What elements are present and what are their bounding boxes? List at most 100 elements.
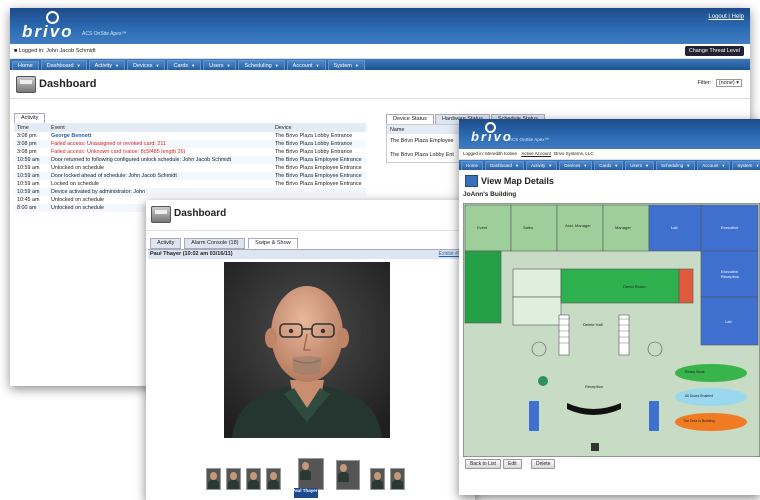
menu-item-label: Scheduling <box>244 63 272 69</box>
menu-item-dashboard[interactable]: Dashboard ▼ <box>40 60 87 70</box>
photo-caption: Paul Thayer (10:02 am 03/16/11) <box>150 251 233 257</box>
person-photo <box>224 262 390 438</box>
dropdown-caret-icon: ▼ <box>515 163 519 168</box>
cell-event: Unlocked on schedule <box>51 165 105 171</box>
table-row[interactable]: 10:59 am Door returned to following confi… <box>14 156 366 164</box>
cell-time: 10:59 am <box>17 165 40 171</box>
cell-time: 10:59 am <box>17 181 40 187</box>
swipe-thumbnail[interactable] <box>206 468 221 490</box>
cell-device: The Brivo Plaza Lobby Entrance <box>275 149 353 155</box>
swipe-thumbnail[interactable] <box>370 468 385 490</box>
map-app-header: brivo ACS OnSite Apex™ <box>459 119 760 149</box>
table-row[interactable]: 10:59 am Door locked ahead of schedule: J… <box>14 172 366 180</box>
photo-window: Dashboard Activity Alarm Console (18) Sw… <box>146 200 475 500</box>
floor-plan[interactable] <box>463 203 760 457</box>
menu-item-home[interactable]: Home <box>461 161 484 170</box>
menu-item-cards[interactable]: Cards ▼ <box>167 60 202 70</box>
back-to-list-button[interactable]: Back to List <box>465 459 501 469</box>
login-status-bar: ■ Logged in: John Jacob Schmidt Change T… <box>10 44 750 59</box>
menu-item-label: Devices <box>132 63 153 69</box>
selected-thumb-name: Paul Thayer <box>292 488 318 493</box>
map-login-bar: Logged in: Meredith Kobee Active Account… <box>459 149 760 160</box>
room-label: Executive Reception <box>721 269 740 279</box>
menu-item-label: Users <box>209 63 224 69</box>
dropdown-caret-icon: ▼ <box>755 163 760 168</box>
logo-ring-icon <box>46 11 59 24</box>
app-header: brivo ACS OnSite Apex™ Logout | Help <box>10 8 750 44</box>
thumbnail-body <box>338 472 349 482</box>
menu-item-scheduling[interactable]: Scheduling ▼ <box>655 161 696 170</box>
menu-item-account[interactable]: Account ▼ <box>697 161 731 170</box>
dropdown-caret-icon: ▼ <box>614 163 619 168</box>
menu-item-devices[interactable]: Devices ▼ <box>559 161 593 170</box>
logged-in-text: Logged in: John Jacob Schmidt <box>18 48 96 54</box>
menu-item-label: Users <box>630 163 642 168</box>
table-row[interactable]: 3:08 pm George Bennett The Brivo Plaza Lob… <box>14 132 366 140</box>
swipe-thumbnail[interactable] <box>336 460 360 490</box>
tab-alarm-console[interactable]: Alarm Console (18) <box>184 238 246 249</box>
menu-item-label: Dashboard <box>490 163 513 168</box>
tab-swipe-show[interactable]: Swipe & Show <box>248 238 298 249</box>
swipe-thumbnail[interactable] <box>390 468 405 490</box>
thumbnail-face <box>374 472 381 480</box>
table-row[interactable]: 10:59 am Locked on schedule The Brivo Plaz… <box>14 180 366 188</box>
menu-item-dashboard[interactable]: Dashboard ▼ <box>485 161 524 170</box>
thumbnail-body <box>248 480 259 489</box>
dropdown-caret-icon: ▼ <box>721 163 726 168</box>
brivo-logo: brivo <box>22 22 74 41</box>
cell-event: Failed access: Unassigned or revoked car… <box>51 141 166 147</box>
menu-item-activity[interactable]: Activity ▼ <box>526 161 558 170</box>
thumbnail-body <box>392 480 403 489</box>
table-row[interactable]: 3:08 pm Failed access: Unknown card (valu… <box>14 148 366 156</box>
menu-item-system[interactable]: System ▼ <box>327 60 365 70</box>
menu-item-cards[interactable]: Cards ▼ <box>594 161 624 170</box>
column-device[interactable]: Device <box>272 123 366 132</box>
menu-item-activity[interactable]: Activity ▼ <box>88 60 125 70</box>
menu-item-label: Account <box>292 63 313 69</box>
menu-item-users[interactable]: Users ▼ <box>203 60 237 70</box>
user-icon: ■ <box>14 48 18 54</box>
page-header: Dashboard Filter: (none) ▾ <box>10 70 750 99</box>
filter-control: Filter: (none) ▾ <box>698 79 742 87</box>
table-row[interactable]: 3:08 pm Failed access: Unassigned or revo… <box>14 140 366 148</box>
room-label: Lab <box>725 319 732 324</box>
change-threat-level-button[interactable]: Change Threat Level <box>684 46 744 56</box>
legend-item: The Door is Building <box>683 419 715 423</box>
dropdown-caret-icon: ▼ <box>583 163 588 168</box>
cell-time: 3:08 pm <box>17 141 37 147</box>
thumbnail-body <box>208 480 219 489</box>
swipe-thumbnail[interactable] <box>266 468 281 490</box>
menu-item-account[interactable]: Account ▼ <box>286 60 326 70</box>
column-event[interactable]: Event <box>48 123 272 132</box>
swipe-thumbnail[interactable] <box>298 458 324 490</box>
cell-device: The Brivo Plaza Lobby Entrance <box>275 133 353 139</box>
menu-item-label: Activity <box>94 63 112 69</box>
table-row[interactable]: 10:59 am Unlocked on schedule The Brivo Pl… <box>14 164 366 172</box>
table-row[interactable]: 10:59 am Device activated by administrato… <box>14 188 366 196</box>
tab-activity[interactable]: Activity <box>150 238 182 249</box>
menu-item-scheduling[interactable]: Scheduling ▼ <box>238 60 285 70</box>
menu-item-system[interactable]: System ▼ <box>732 161 760 170</box>
dashboard-icon <box>151 206 171 223</box>
column-time[interactable]: Time <box>14 123 48 132</box>
filter-label: Filter: <box>697 80 712 86</box>
swipe-thumbnail[interactable] <box>246 468 261 490</box>
dropdown-caret-icon: ▼ <box>226 63 231 68</box>
filter-select[interactable]: (none) ▾ <box>715 79 742 87</box>
map-page-header: View Map Details <box>459 170 760 190</box>
menu-item-users[interactable]: Users ▼ <box>625 161 654 170</box>
cell-event: Device activated by administrator: John <box>51 189 146 195</box>
edit-button[interactable]: Edit <box>503 459 522 469</box>
thumbnail-body <box>372 480 383 489</box>
dropdown-caret-icon: ▼ <box>155 63 160 68</box>
active-account-link[interactable]: Active Account <box>521 151 551 156</box>
menu-item-home[interactable]: Home <box>12 61 39 70</box>
map-main-menu: Home Dashboard ▼ Activity ▼ Devices ▼ Cards ▼ Use… <box>459 160 760 170</box>
menu-item-devices[interactable]: Devices ▼ <box>126 60 166 70</box>
dropdown-caret-icon: ▼ <box>114 63 119 68</box>
logout-help-links[interactable]: Logout | Help <box>708 14 744 20</box>
swipe-thumbnail[interactable] <box>226 468 241 490</box>
delete-button[interactable]: Delete <box>531 459 556 469</box>
cell-time: 8:00 am <box>17 205 37 211</box>
cell-time: 10:45 am <box>17 197 40 203</box>
